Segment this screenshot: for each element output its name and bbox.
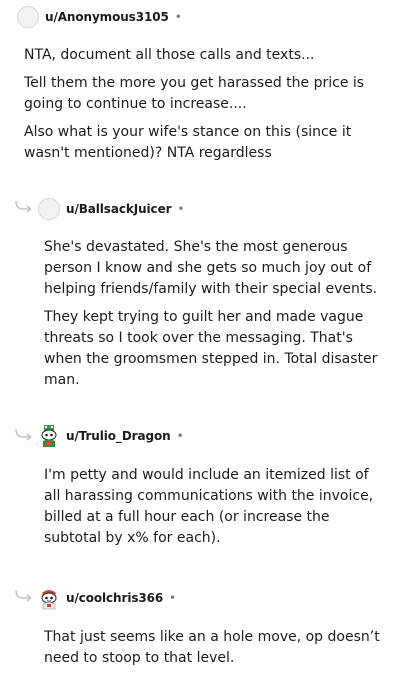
comment-paragraph: I'm petty and would include an itemized … <box>44 467 374 546</box>
comment-paragraph: She's devastated. She's the most generou… <box>44 239 378 297</box>
reply-arrow-icon <box>15 428 32 441</box>
default-avatar-icon[interactable] <box>38 198 60 220</box>
separator-dot: • <box>169 591 177 605</box>
comment-paragraph: Tell them the more you get harassed the … <box>24 75 365 112</box>
comment-paragraph: That just seems like an a hole move, op … <box>44 629 380 666</box>
comment-paragraph: Also what is your wife's stance on this … <box>24 124 352 161</box>
comment-paragraph: They kept trying to guilt her and made v… <box>44 309 378 388</box>
username-link[interactable]: u/BallsackJuicer <box>66 202 172 216</box>
default-avatar-icon[interactable] <box>17 6 39 28</box>
comment-header: u/BallsackJuicer • <box>38 197 185 221</box>
username-link[interactable]: u/coolchris366 <box>66 591 163 605</box>
comment-header: u/Anonymous3105 • <box>17 5 182 29</box>
comment-body: That just seems like an a hole move, op … <box>44 627 384 676</box>
separator-dot: • <box>174 10 182 24</box>
snoo-red-avatar-icon[interactable] <box>38 587 60 610</box>
reply-arrow-icon <box>15 200 32 213</box>
comment-paragraph: NTA, document all those calls and texts.… <box>24 47 315 63</box>
reply-arrow-icon <box>15 589 32 602</box>
comment-body: She's devastated. She's the most generou… <box>44 237 380 398</box>
separator-dot: • <box>177 202 185 216</box>
comment-header: u/Trulio_Dragon • <box>38 424 184 448</box>
snoo-green-avatar-icon[interactable] <box>38 425 60 447</box>
comment-header: u/coolchris366 • <box>38 586 176 610</box>
username-link[interactable]: u/Trulio_Dragon <box>66 429 171 443</box>
separator-dot: • <box>176 429 184 443</box>
username-link[interactable]: u/Anonymous3105 <box>45 10 169 24</box>
comment-body: NTA, document all those calls and texts.… <box>24 45 374 171</box>
comment-body: I'm petty and would include an itemized … <box>44 465 384 556</box>
